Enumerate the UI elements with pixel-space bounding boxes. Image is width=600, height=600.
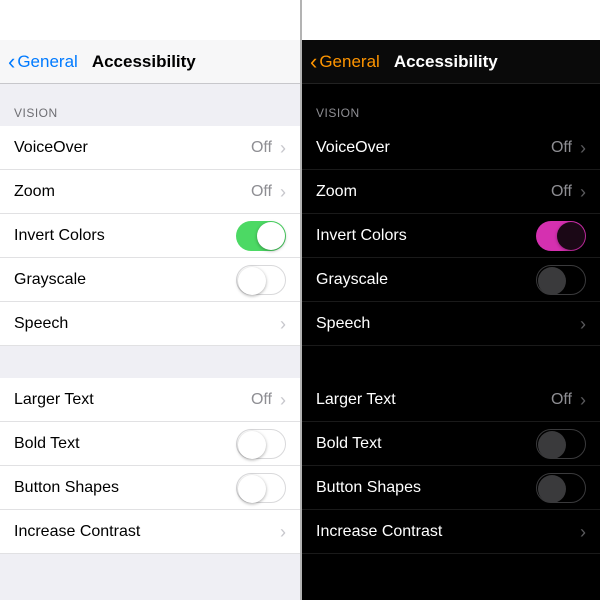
back-button[interactable]: ‹ General: [310, 51, 380, 73]
back-button[interactable]: ‹ General: [8, 51, 78, 73]
chevron-right-icon: ›: [280, 391, 286, 409]
row-increase-contrast[interactable]: Increase Contrast ›: [302, 510, 600, 554]
section-vision-label: VISION: [0, 84, 300, 126]
row-bold-text: Bold Text: [0, 422, 300, 466]
row-label: VoiceOver: [14, 139, 88, 157]
toggle-knob: [238, 267, 266, 295]
row-value: Off: [551, 183, 572, 201]
row-label: Zoom: [14, 183, 55, 201]
status-gap: [302, 0, 600, 40]
row-voiceover[interactable]: VoiceOver Off ›: [302, 126, 600, 170]
row-label: Invert Colors: [14, 227, 105, 245]
row-label: Speech: [316, 315, 370, 333]
chevron-right-icon: ›: [280, 183, 286, 201]
chevron-right-icon: ›: [580, 391, 586, 409]
toggle-grayscale[interactable]: [236, 265, 286, 295]
row-voiceover[interactable]: VoiceOver Off ›: [0, 126, 300, 170]
status-gap: [0, 0, 300, 40]
section-vision-label: VISION: [302, 84, 600, 126]
chevron-right-icon: ›: [580, 315, 586, 333]
row-label: Grayscale: [316, 271, 388, 289]
row-button-shapes: Button Shapes: [302, 466, 600, 510]
toggle-knob: [238, 475, 266, 503]
row-value: Off: [551, 391, 572, 409]
chevron-right-icon: ›: [280, 315, 286, 333]
toggle-knob: [557, 222, 585, 250]
row-grayscale: Grayscale: [302, 258, 600, 302]
row-invert-colors: Invert Colors: [0, 214, 300, 258]
pane-light: ‹ General Accessibility VISION VoiceOver…: [0, 0, 300, 600]
row-label: Speech: [14, 315, 68, 333]
nav-bar: ‹ General Accessibility: [0, 40, 300, 84]
page-title: Accessibility: [92, 52, 196, 72]
row-label: Increase Contrast: [316, 523, 442, 541]
toggle-invert-colors[interactable]: [236, 221, 286, 251]
row-zoom[interactable]: Zoom Off ›: [0, 170, 300, 214]
row-label: Bold Text: [14, 435, 80, 453]
page-title: Accessibility: [394, 52, 498, 72]
chevron-right-icon: ›: [280, 139, 286, 157]
row-value: Off: [251, 139, 272, 157]
row-value: Off: [251, 391, 272, 409]
row-larger-text[interactable]: Larger Text Off ›: [0, 378, 300, 422]
row-zoom[interactable]: Zoom Off ›: [302, 170, 600, 214]
row-grayscale: Grayscale: [0, 258, 300, 302]
section-gap: [302, 346, 600, 378]
row-bold-text: Bold Text: [302, 422, 600, 466]
row-label: Grayscale: [14, 271, 86, 289]
row-label: Increase Contrast: [14, 523, 140, 541]
row-label: Invert Colors: [316, 227, 407, 245]
chevron-left-icon: ‹: [310, 51, 317, 73]
chevron-right-icon: ›: [580, 523, 586, 541]
toggle-bold-text[interactable]: [236, 429, 286, 459]
toggle-knob: [538, 267, 566, 295]
row-value: Off: [551, 139, 572, 157]
row-increase-contrast[interactable]: Increase Contrast ›: [0, 510, 300, 554]
toggle-knob: [538, 431, 566, 459]
toggle-knob: [538, 475, 566, 503]
row-invert-colors: Invert Colors: [302, 214, 600, 258]
row-label: Larger Text: [14, 391, 94, 409]
chevron-right-icon: ›: [580, 139, 586, 157]
row-speech[interactable]: Speech ›: [302, 302, 600, 346]
row-value: Off: [251, 183, 272, 201]
row-label: Button Shapes: [316, 479, 421, 497]
toggle-grayscale[interactable]: [536, 265, 586, 295]
row-label: Bold Text: [316, 435, 382, 453]
section-gap: [0, 346, 300, 378]
row-button-shapes: Button Shapes: [0, 466, 300, 510]
row-label: Zoom: [316, 183, 357, 201]
pane-dark: ‹ General Accessibility VISION VoiceOver…: [300, 0, 600, 600]
back-label: General: [319, 52, 379, 72]
chevron-right-icon: ›: [580, 183, 586, 201]
row-speech[interactable]: Speech ›: [0, 302, 300, 346]
toggle-knob: [257, 222, 285, 250]
back-label: General: [17, 52, 77, 72]
nav-bar: ‹ General Accessibility: [302, 40, 600, 84]
toggle-button-shapes[interactable]: [236, 473, 286, 503]
row-larger-text[interactable]: Larger Text Off ›: [302, 378, 600, 422]
chevron-left-icon: ‹: [8, 51, 15, 73]
toggle-invert-colors[interactable]: [536, 221, 586, 251]
toggle-knob: [238, 431, 266, 459]
toggle-button-shapes[interactable]: [536, 473, 586, 503]
row-label: Larger Text: [316, 391, 396, 409]
chevron-right-icon: ›: [280, 523, 286, 541]
toggle-bold-text[interactable]: [536, 429, 586, 459]
row-label: VoiceOver: [316, 139, 390, 157]
row-label: Button Shapes: [14, 479, 119, 497]
